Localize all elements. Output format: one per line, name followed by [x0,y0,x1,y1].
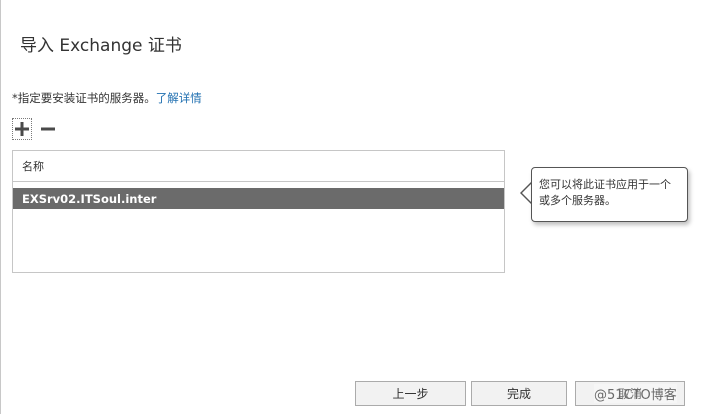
remove-server-button[interactable] [38,118,58,140]
plus-icon [15,122,29,136]
server-list[interactable]: 名称 EXSrv02.ITSoul.inter [12,150,505,273]
watermark: @51CTO博客 [594,384,677,403]
help-callout: 您可以将此证书应用于一个或多个服务器。 [531,167,688,222]
dialog-title: 导入 Exchange 证书 [20,36,182,56]
minus-icon [41,127,55,131]
learn-more-link[interactable]: 了解详情 [156,91,202,105]
list-header-name[interactable]: 名称 [13,151,504,182]
finish-button[interactable]: 完成 [471,381,567,406]
window-left-border [0,0,1,414]
add-server-button[interactable] [12,118,32,140]
list-item[interactable]: EXSrv02.ITSoul.inter [13,188,504,209]
instruction-text: *指定要安装证书的服务器。 [12,91,156,105]
instruction-line: *指定要安装证书的服务器。了解详情 [12,90,202,106]
list-header-label: 名称 [22,160,44,173]
back-button[interactable]: 上一步 [355,381,466,406]
callout-text: 您可以将此证书应用于一个或多个服务器。 [539,178,671,207]
